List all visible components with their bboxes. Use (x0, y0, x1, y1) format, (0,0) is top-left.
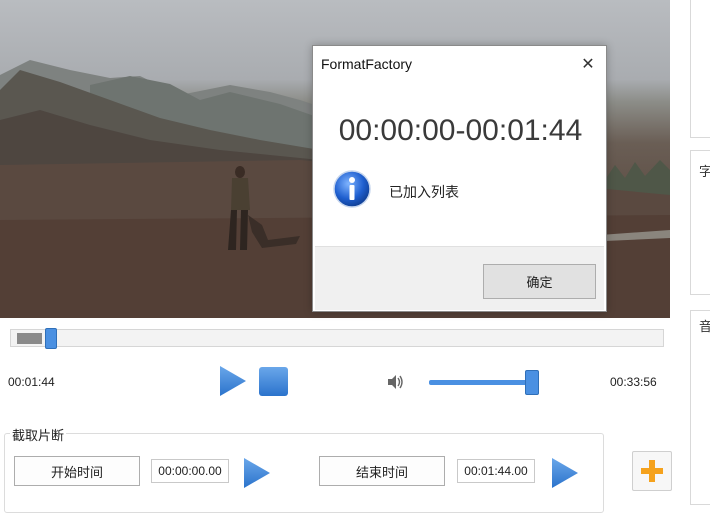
play-end-icon[interactable] (550, 456, 580, 490)
ok-button[interactable]: 确定 (483, 264, 596, 299)
message-dialog: FormatFactory ✕ 00:00:00-00:01:44 已加入列表 … (312, 45, 607, 312)
play-icon[interactable] (218, 364, 248, 398)
close-icon[interactable]: ✕ (579, 54, 597, 73)
dialog-title: FormatFactory (321, 56, 413, 72)
info-icon (333, 170, 371, 208)
side-box-audio (690, 310, 710, 505)
total-time: 00:33:56 (610, 375, 657, 389)
plus-icon (641, 460, 663, 482)
side-label-audio: 音 (699, 319, 710, 334)
clip-group-title: 截取片断 (10, 425, 67, 444)
current-time: 00:01:44 (8, 375, 55, 389)
stop-icon[interactable] (259, 367, 288, 396)
seek-handle[interactable] (45, 328, 57, 349)
dialog-message: 已加入列表 (389, 185, 459, 201)
end-time-field[interactable]: 00:01:44.00 (457, 459, 535, 483)
dialog-time-range: 00:00:00-00:01:44 (338, 114, 583, 147)
start-time-button[interactable]: 开始时间 (14, 456, 140, 486)
volume-handle[interactable] (525, 370, 539, 395)
side-label-subtitle: 字 (699, 164, 710, 179)
add-clip-button[interactable] (632, 451, 672, 491)
seek-bar[interactable] (10, 328, 664, 349)
end-time-button[interactable]: 结束时间 (319, 456, 445, 486)
side-panel: 字 音 (670, 0, 710, 505)
play-start-icon[interactable] (242, 456, 272, 490)
start-time-field[interactable]: 00:00:00.00 (151, 459, 229, 483)
seek-progress (17, 333, 42, 344)
volume-slider[interactable] (429, 380, 533, 385)
speaker-icon[interactable] (386, 373, 406, 391)
side-box-top (690, 0, 710, 138)
